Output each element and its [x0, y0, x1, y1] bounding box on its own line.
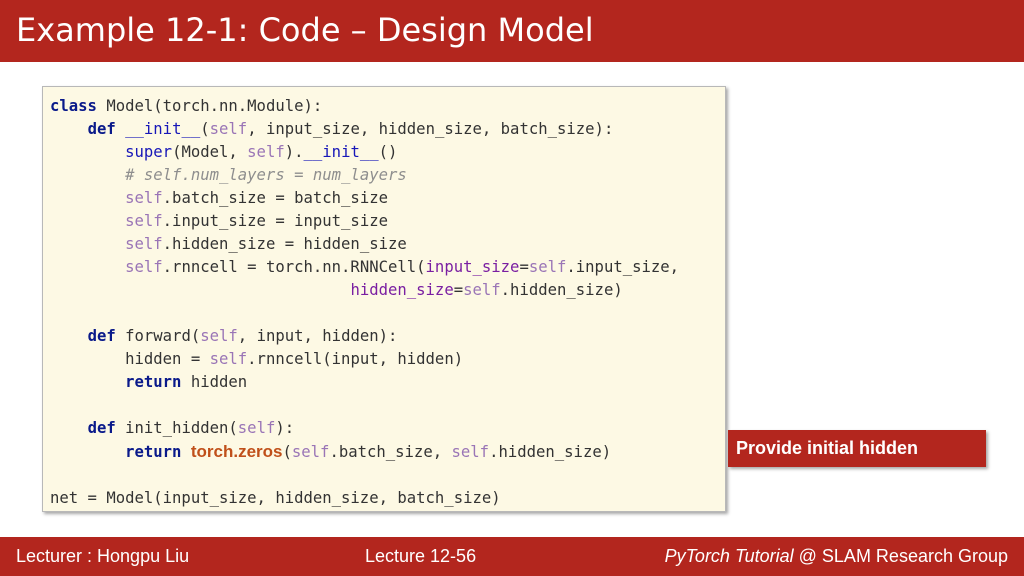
code-text: init_hidden(: [115, 419, 238, 437]
code-self: self: [237, 419, 276, 437]
code-text: .input_size,: [566, 258, 680, 276]
code-text: =: [453, 281, 464, 299]
footer-group: @ SLAM Research Group: [793, 546, 1008, 566]
code-text: net = Model(input_size, hidden_size, bat…: [50, 489, 501, 507]
code-text: hidden =: [125, 350, 210, 368]
code-text: .batch_size,: [329, 443, 452, 461]
code-text: .batch_size = batch_size: [162, 189, 388, 207]
code-keyword: return: [125, 373, 182, 391]
code-self: self: [451, 443, 490, 461]
code-text: (: [282, 443, 292, 461]
code-self: self: [125, 212, 163, 230]
code-self: self: [247, 143, 285, 161]
code-text: , input_size, hidden_size, batch_size):: [247, 120, 614, 138]
code-keyword: class: [50, 97, 97, 115]
slide-title: Example 12-1: Code – Design Model: [16, 11, 594, 49]
code-self: self: [125, 258, 163, 276]
code-function: __init__: [125, 120, 201, 138]
code-kwarg: input_size: [425, 258, 520, 276]
code-self: self: [209, 350, 248, 368]
code-text: class Model(torch.nn.Module): def __init…: [50, 97, 680, 507]
code-self: self: [209, 120, 248, 138]
code-text: =: [519, 258, 529, 276]
code-text: (): [378, 143, 398, 161]
code-text: ).: [284, 143, 304, 161]
code-text: hidden: [181, 373, 248, 391]
code-text: .input_size = input_size: [162, 212, 388, 230]
code-text: forward(: [115, 327, 201, 345]
code-comment: # self.num_layers = num_layers: [125, 166, 407, 184]
code-keyword: def: [87, 120, 116, 138]
code-self: self: [291, 443, 330, 461]
footer-lecture-number: Lecture 12-56: [365, 546, 477, 566]
code-self: self: [125, 189, 163, 207]
footer-lecturer: Lecturer : Hongpu Liu: [16, 546, 190, 566]
code-text: (Model,: [172, 143, 248, 161]
code-block: class Model(torch.nn.Module): def __init…: [42, 86, 726, 512]
code-self: self: [528, 258, 567, 276]
code-text: Model(torch.nn.Module):: [96, 97, 323, 115]
code-text: ):: [275, 419, 295, 437]
footer-course: PyTorch Tutorial @ SLAM Research Group: [665, 537, 1008, 576]
code-text: , input, hidden):: [237, 327, 398, 345]
code-text: .rnncell = torch.nn.RNNCell(: [162, 258, 426, 276]
code-text: .hidden_size): [489, 443, 612, 461]
title-bar: Example 12-1: Code – Design Model: [0, 0, 1024, 62]
code-highlight: torch.zeros: [190, 442, 283, 461]
code-text: .rnncell(input, hidden): [247, 350, 464, 368]
code-text: .hidden_size): [500, 281, 623, 299]
code-function: __init__: [303, 143, 379, 161]
code-self: self: [200, 327, 238, 345]
code-keyword: return: [125, 443, 182, 461]
callout-provide-initial-hidden: Provide initial hidden: [728, 430, 986, 467]
code-keyword: def: [87, 419, 116, 437]
code-kwarg: hidden_size: [350, 281, 454, 299]
code-function: super: [125, 143, 173, 161]
code-keyword: def: [87, 327, 116, 345]
code-self: self: [463, 281, 501, 299]
footer-bar: Lecturer : Hongpu Liu Lecture 12-56 PyTo…: [0, 537, 1024, 576]
code-self: self: [125, 235, 163, 253]
code-text: .hidden_size = hidden_size: [162, 235, 407, 253]
footer-course-name: PyTorch Tutorial: [664, 546, 794, 566]
